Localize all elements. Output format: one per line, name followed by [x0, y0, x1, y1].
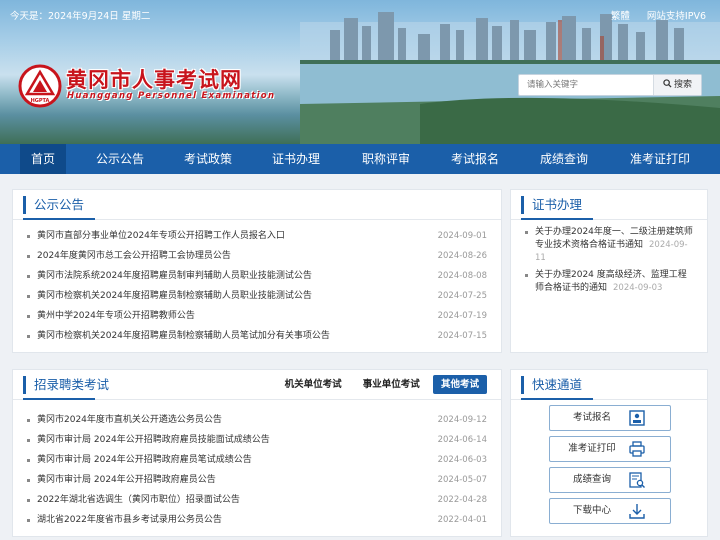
- recruitment-tabs: 机关单位考试 事业单位考试 其他考试: [275, 375, 487, 394]
- quick-admission-ticket-button[interactable]: 准考证打印: [549, 436, 671, 462]
- list-item[interactable]: 黄冈市检察机关2024年度招聘雇员制检察辅助人员职业技能测试公告 2024-07-…: [27, 286, 487, 306]
- top-bar: 今天是：2024年9月24日 星期二 繁體 网站支持IPV6: [0, 0, 720, 26]
- list-item[interactable]: 黄州中学2024年专项公开招聘教师公告 2024-07-19: [27, 306, 487, 326]
- current-date: 今天是：2024年9月24日 星期二: [10, 11, 151, 22]
- hgpta-logo-icon[interactable]: HGPTA: [18, 64, 62, 108]
- site-title: 黄冈市人事考试网: [66, 67, 242, 92]
- quick-access-panel: 快速通道 考试报名 准考证打印 成绩查询 下载中心: [510, 369, 708, 537]
- list-item[interactable]: 黄冈市法院系统2024年度招聘雇员制审判辅助人员职业技能测试公告 2024-08-…: [27, 266, 487, 286]
- list-item[interactable]: 关于办理2024 度高级经济、监理工程师合格证书的通知 2024-09-03: [525, 269, 695, 295]
- search-icon: [663, 79, 672, 88]
- certificates-title: 证书办理: [521, 196, 594, 220]
- traditional-chinese-link[interactable]: 繁體: [611, 11, 630, 22]
- quick-score-query-button[interactable]: 成绩查询: [549, 467, 671, 493]
- nav-item-score-query[interactable]: 成绩查询: [532, 144, 596, 174]
- site-subtitle: Huanggang Personnel Examination: [67, 91, 276, 101]
- nav-item-admission-ticket[interactable]: 准考证打印: [622, 144, 698, 174]
- nav-item-exam-policy[interactable]: 考试政策: [176, 144, 240, 174]
- tab-other-exam[interactable]: 其他考试: [432, 375, 487, 394]
- recruitment-list: 黄冈市2024年度市直机关公开遴选公务员公告 2024-09-12 黄冈市审计局 …: [27, 410, 487, 530]
- recruitment-panel: 招录聘类考试 机关单位考试 事业单位考试 其他考试 黄冈市2024年度市直机关公…: [12, 369, 502, 537]
- list-item[interactable]: 黄冈市检察机关2024年度招聘雇员制检察辅助人员笔试加分有关事项公告 2024-0…: [27, 326, 487, 346]
- certificates-panel: 证书办理 关于办理2024年度一、二级注册建筑师专业技术资格合格证书通知 2024…: [510, 189, 708, 353]
- quick-access-title: 快速通道: [521, 376, 594, 400]
- nav-item-certificates[interactable]: 证书办理: [264, 144, 328, 174]
- nav-item-home[interactable]: 首页: [20, 144, 66, 174]
- list-item[interactable]: 2024年度黄冈市总工会公开招聘工会协理员公告 2024-08-26: [27, 246, 487, 266]
- list-item[interactable]: 湖北省2022年度省市县乡考试录用公务员公告 2022-04-01: [27, 510, 487, 530]
- list-item[interactable]: 黄冈市2024年度市直机关公开遴选公务员公告 2024-09-12: [27, 410, 487, 430]
- tab-institution-exam[interactable]: 事业单位考试: [355, 375, 428, 394]
- ipv6-link[interactable]: 网站支持IPV6: [647, 11, 706, 22]
- top-links: 繁體 网站支持IPV6: [597, 8, 706, 22]
- list-item[interactable]: 黄冈市审计局 2024年公开招聘政府雇员笔试成绩公告 2024-06-03: [27, 450, 487, 470]
- search-button[interactable]: 搜索: [653, 75, 701, 95]
- svg-text:HGPTA: HGPTA: [31, 98, 50, 104]
- list-item[interactable]: 黄冈市直部分事业单位2024年专项公开招聘工作人员报名入口 2024-09-01: [27, 226, 487, 246]
- quick-download-center-button[interactable]: 下载中心: [549, 498, 671, 524]
- certificates-list: 关于办理2024年度一、二级注册建筑师专业技术资格合格证书通知 2024-09-1…: [525, 226, 695, 299]
- search-input[interactable]: [519, 75, 655, 95]
- printer-icon: [629, 441, 645, 457]
- recruitment-title: 招录聘类考试: [23, 376, 109, 400]
- id-card-icon: [629, 410, 645, 426]
- list-item[interactable]: 关于办理2024年度一、二级注册建筑师专业技术资格合格证书通知 2024-09-1…: [525, 226, 695, 265]
- main-nav: 首页 公示公告 考试政策 证书办理 职称评审 考试报名 成绩查询 准考证打印: [0, 144, 720, 174]
- nav-item-registration[interactable]: 考试报名: [443, 144, 507, 174]
- tab-government-exam[interactable]: 机关单位考试: [277, 375, 350, 394]
- announcements-panel: 公示公告 黄冈市直部分事业单位2024年专项公开招聘工作人员报名入口 2024-0…: [12, 189, 502, 353]
- announcements-title: 公示公告: [23, 196, 96, 220]
- list-item[interactable]: 黄冈市审计局 2024年公开招聘政府雇员技能面试成绩公告 2024-06-14: [27, 430, 487, 450]
- nav-item-title-review[interactable]: 职称评审: [354, 144, 418, 174]
- search-document-icon: [629, 472, 645, 488]
- download-icon: [629, 504, 645, 519]
- search-box: 搜索: [518, 74, 702, 96]
- header-banner: 今天是：2024年9月24日 星期二 繁體 网站支持IPV6 HGPTA 黄冈市…: [0, 0, 720, 144]
- list-item[interactable]: 2022年湖北省选调生（黄冈市职位）招录面试公告 2022-04-28: [27, 490, 487, 510]
- announcements-list: 黄冈市直部分事业单位2024年专项公开招聘工作人员报名入口 2024-09-01 …: [27, 226, 487, 346]
- nav-item-announcements[interactable]: 公示公告: [88, 144, 152, 174]
- list-item[interactable]: 黄冈市审计局 2024年公开招聘政府雇员公告 2024-05-07: [27, 470, 487, 490]
- quick-registration-button[interactable]: 考试报名: [549, 405, 671, 431]
